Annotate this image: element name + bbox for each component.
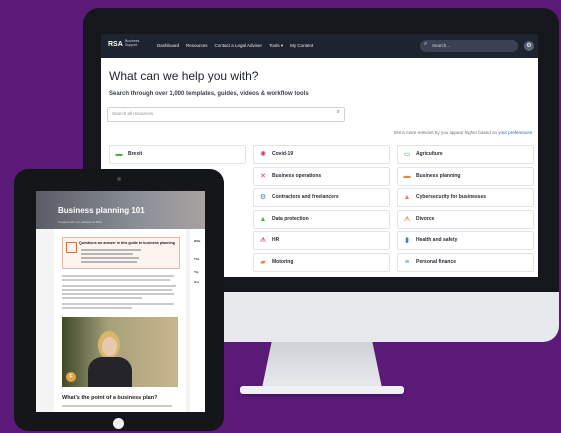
- virus-icon: ✺: [260, 151, 266, 158]
- car-icon: ▰: [260, 259, 266, 266]
- category-card-hr[interactable]: ᗑ HR: [253, 231, 390, 250]
- category-label: Contractors and freelancers: [272, 194, 339, 200]
- questions-box: Questions we answer in this guide to bus…: [62, 237, 180, 269]
- top-nav: RSA Business Support Dashboard Resources…: [101, 34, 538, 58]
- category-label: Health and safety: [416, 237, 458, 243]
- text-line: [62, 307, 132, 309]
- preferences-text: Items more relevant by you appear higher…: [393, 130, 497, 135]
- guide-title: Business planning 101: [58, 206, 145, 215]
- text-line: [62, 293, 174, 295]
- lock-icon: ▲: [259, 216, 267, 223]
- guide-banner: Business planning 101 Created with our p…: [36, 191, 205, 229]
- resources-search-input[interactable]: Search all resources ⌕: [107, 107, 345, 122]
- text-line: [62, 297, 142, 299]
- search-icon: ⌕: [424, 41, 428, 47]
- preferences-link[interactable]: your preferences: [498, 130, 532, 135]
- tools-icon: ✕: [260, 173, 266, 180]
- video-badge-icon: F: [66, 372, 76, 382]
- category-card-motoring[interactable]: ▰ Motoring: [253, 253, 390, 272]
- category-card-divorce[interactable]: ᗑ Divorce: [397, 210, 534, 229]
- category-label: Business operations: [272, 173, 322, 179]
- text-line: [62, 289, 172, 291]
- category-card-business-planning[interactable]: ▬ Business planning: [397, 167, 534, 186]
- category-label: Agriculture: [416, 151, 443, 157]
- page-title: What can we help you with?: [109, 69, 259, 83]
- category-card-agriculture[interactable]: ▭ Agriculture: [397, 145, 534, 164]
- rsa-logo[interactable]: RSA: [108, 41, 123, 48]
- sidebar-text: Tip: [194, 270, 199, 274]
- monitor-stand: [262, 342, 382, 388]
- question-line: [81, 253, 133, 255]
- guide-subtitle: Created with our partners at RSA: [58, 220, 103, 224]
- text-line: [62, 275, 174, 277]
- page-subtitle: Search through over 1,000 templates, gui…: [109, 91, 309, 97]
- tractor-icon: ▭: [403, 151, 411, 158]
- text-line: [62, 279, 170, 281]
- gear-icon: ⚙: [259, 194, 267, 201]
- briefcase-icon: ▬: [403, 173, 411, 180]
- guide-content: Questions we answer in this guide to bus…: [54, 229, 186, 412]
- category-label: Covid-19: [272, 151, 294, 157]
- presenter-body: [88, 357, 132, 387]
- briefcase-icon: ▬: [115, 151, 123, 158]
- lock-icon: ▲: [403, 194, 411, 201]
- category-label: Data protection: [272, 216, 309, 222]
- people-icon: ᗑ: [403, 216, 411, 223]
- logo-subtitle: Business Support: [125, 39, 140, 47]
- tablet-home-button[interactable]: [113, 418, 124, 429]
- category-label: Brexit: [128, 151, 143, 157]
- guide-video[interactable]: F: [62, 317, 178, 387]
- category-label: HR: [272, 237, 280, 243]
- presenter-face: [102, 337, 117, 356]
- category-card-cybersecurity-for-businesses[interactable]: ▲ Cybersecurity for businesses: [397, 188, 534, 207]
- category-card-data-protection[interactable]: ▲ Data protection: [253, 210, 390, 229]
- category-label: Motoring: [272, 259, 294, 265]
- people-icon: ᗑ: [259, 237, 267, 244]
- category-label: Personal finance: [416, 259, 457, 265]
- nav-search-input[interactable]: ⌕ Search...: [420, 40, 518, 52]
- text-line: [62, 405, 172, 407]
- nav-link-contact-legal-adviser[interactable]: Contact a Legal Adviser: [215, 43, 263, 49]
- user-avatar-icon[interactable]: ⚙: [524, 41, 534, 51]
- category-card-covid-19[interactable]: ✺ Covid-19: [253, 145, 390, 164]
- preferences-note: Items more relevant by you appear higher…: [394, 130, 532, 135]
- monitor-stand-base: [240, 386, 404, 394]
- sidebar-text: Goi: [194, 280, 199, 284]
- question-icon: [66, 242, 77, 253]
- text-line: [62, 285, 176, 287]
- tablet-camera: [117, 177, 121, 181]
- nav-link-resources[interactable]: Resources: [186, 43, 208, 49]
- text-line: [62, 303, 174, 305]
- document-icon: ≡: [404, 259, 410, 266]
- category-card-personal-finance[interactable]: ≡ Personal finance: [397, 253, 534, 272]
- category-label: Divorce: [416, 216, 435, 222]
- nav-link-my-content[interactable]: My Content: [290, 43, 313, 49]
- category-card-brexit[interactable]: ▬ Brexit: [109, 145, 246, 164]
- nav-search-placeholder: Search...: [432, 43, 451, 48]
- category-label: Cybersecurity for businesses: [416, 194, 487, 200]
- category-card-health-and-safety[interactable]: ▮ Health and safety: [397, 231, 534, 250]
- category-label: Business planning: [416, 173, 461, 179]
- question-line: [81, 249, 141, 251]
- nav-links: Dashboard Resources Contact a Legal Advi…: [157, 43, 313, 49]
- category-card-contractors-and-freelancers[interactable]: ⚙ Contractors and freelancers: [253, 188, 390, 207]
- section-heading: What’s the point of a business plan?: [62, 395, 158, 401]
- sidebar-text: Wha: [194, 239, 201, 243]
- resources-search-placeholder: Search all resources: [112, 111, 154, 116]
- nav-link-dashboard[interactable]: Dashboard: [157, 43, 179, 49]
- tablet-screen: Business planning 101 Created with our p…: [36, 191, 205, 412]
- nav-link-tools[interactable]: Tools ▾: [269, 43, 283, 49]
- questions-title: Questions we answer in this guide to bus…: [79, 241, 175, 245]
- clipboard-icon: ▮: [405, 237, 409, 244]
- sidebar-text: The: [194, 257, 200, 261]
- category-card-business-operations[interactable]: ✕ Business operations: [253, 167, 390, 186]
- question-line: [81, 261, 137, 263]
- search-icon: ⌕: [336, 109, 340, 115]
- question-line: [81, 257, 139, 259]
